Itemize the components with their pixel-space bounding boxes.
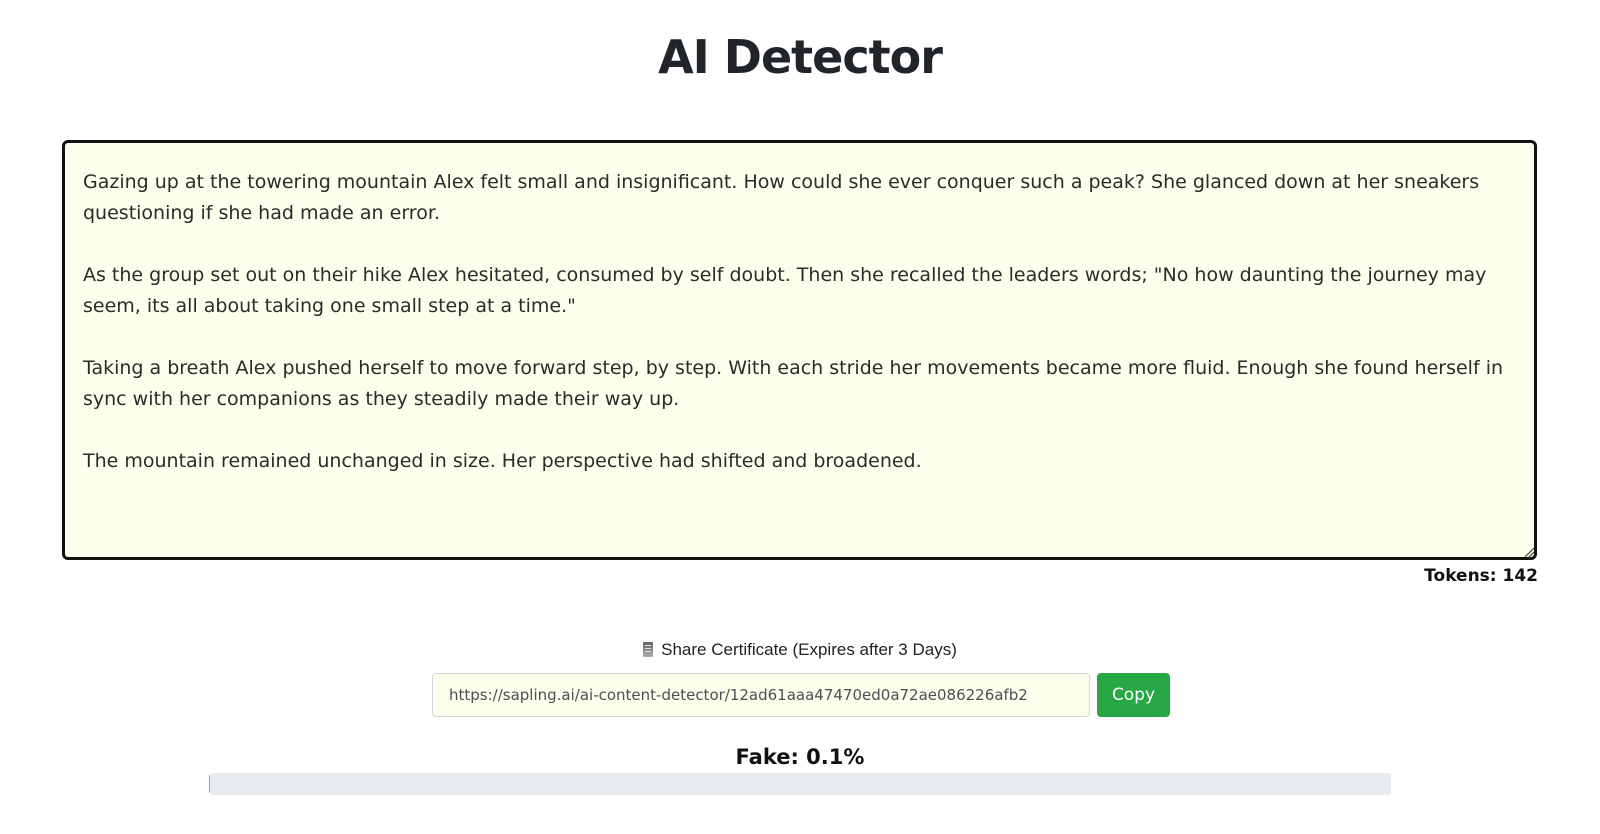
fake-score-progress-bar [209,773,1391,795]
share-certificate-text: Share Certificate (Expires after 3 Days) [661,640,957,659]
fake-score-label: Fake: 0.1% [735,745,865,769]
text-input-area[interactable]: Gazing up at the towering mountain Alex … [62,140,1537,560]
share-certificate-label: Share Certificate (Expires after 3 Days) [0,640,1600,660]
copy-button[interactable]: Copy [1097,673,1170,717]
page-title: AI Detector [658,30,943,84]
token-count: Tokens: 142 [1424,566,1538,586]
share-url-field[interactable] [432,673,1090,717]
resize-handle-icon[interactable] [1523,546,1535,558]
fake-score-progress-fill [209,773,211,795]
scroll-icon [643,642,654,657]
